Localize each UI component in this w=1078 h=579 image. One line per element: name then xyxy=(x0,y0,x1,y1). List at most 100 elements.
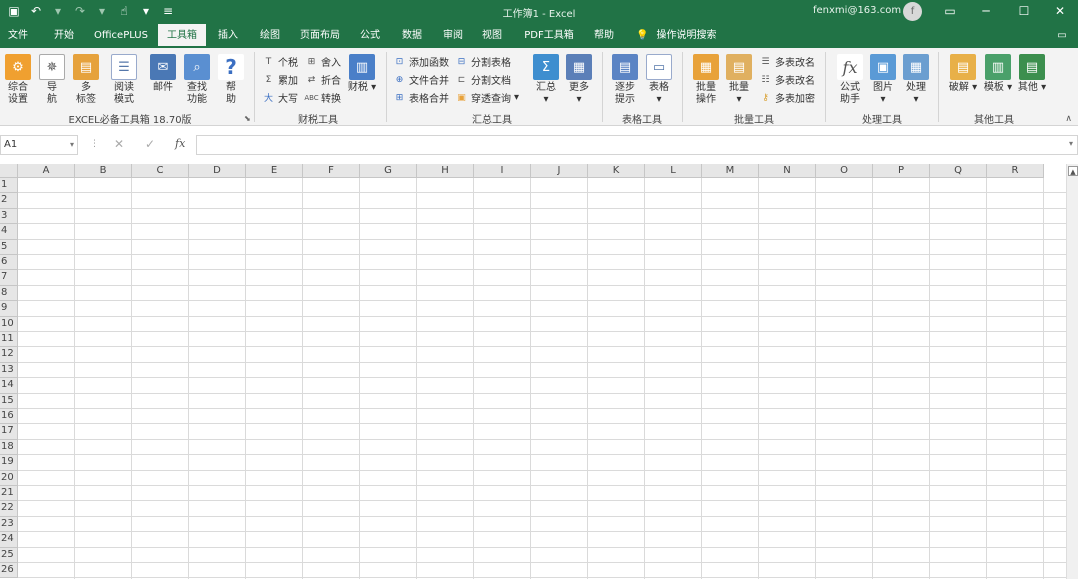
ribbon-button-mail[interactable]: ✉ 邮件 xyxy=(147,54,179,94)
row-header[interactable]: 4 xyxy=(0,224,18,240)
column-header[interactable]: K xyxy=(588,164,645,178)
comments-icon[interactable]: ▭ xyxy=(1052,24,1072,48)
row-header[interactable]: 25 xyxy=(0,547,18,563)
template-button[interactable]: ▥ 模板 ▾ xyxy=(981,54,1015,94)
finance-tax-button[interactable]: T 个税 xyxy=(262,53,298,70)
row-header[interactable]: 24 xyxy=(0,532,18,548)
tab-view[interactable]: 视图 xyxy=(476,24,508,48)
batch-button[interactable]: ▤ 批量 ▾ xyxy=(723,54,755,106)
minimize-icon[interactable]: ─ xyxy=(968,1,1004,21)
tab-file[interactable]: 文件 xyxy=(0,24,36,48)
column-header[interactable]: R xyxy=(987,164,1044,178)
tab-review[interactable]: 审阅 xyxy=(437,24,469,48)
scroll-up-icon[interactable]: ▲ xyxy=(1068,166,1078,176)
add-function-button[interactable]: ⊡ 添加函数 xyxy=(393,53,449,70)
row-header[interactable]: 1 xyxy=(0,178,18,194)
row-header[interactable]: 12 xyxy=(0,347,18,363)
column-header[interactable]: J xyxy=(531,164,588,178)
split-doc-button[interactable]: ⊏ 分割文档 xyxy=(455,71,511,88)
drill-query-button[interactable]: ▣ 穿透查询 ▾ xyxy=(455,89,519,106)
dialog-launcher-icon[interactable]: ⬊ xyxy=(244,114,251,123)
table-button[interactable]: ▭ 表格 ▾ xyxy=(643,54,675,106)
process-button[interactable]: ▦ 处理 ▾ xyxy=(900,54,932,106)
ribbon-button-settings[interactable]: ⚙ 综合 设置 xyxy=(2,54,34,106)
select-all-corner[interactable] xyxy=(0,164,18,178)
row-header[interactable]: 2 xyxy=(0,193,18,209)
tab-page-layout[interactable]: 页面布局 xyxy=(296,24,344,48)
column-header[interactable]: C xyxy=(132,164,189,178)
row-header[interactable]: 22 xyxy=(0,501,18,517)
tab-toolbox[interactable]: 工具箱 xyxy=(158,24,206,48)
chevron-down-icon[interactable]: ▾ xyxy=(70,136,74,154)
row-header[interactable]: 17 xyxy=(0,424,18,440)
column-header[interactable]: A xyxy=(18,164,75,178)
finance-more-button[interactable]: ▥ 财税 ▾ xyxy=(345,54,379,94)
other-button[interactable]: ▤ 其他 ▾ xyxy=(1015,54,1049,94)
row-header[interactable]: 15 xyxy=(0,393,18,409)
row-header[interactable]: 8 xyxy=(0,285,18,302)
more-button[interactable]: ▦ 更多 ▾ xyxy=(563,54,595,106)
crack-button[interactable]: ▤ 破解 ▾ xyxy=(946,54,980,94)
formula-input[interactable]: ▾ xyxy=(196,135,1078,155)
step-hint-button[interactable]: ▤ 逐步 提示 xyxy=(609,54,641,106)
finance-uppercase-button[interactable]: 大大写 xyxy=(262,89,298,106)
row-header[interactable]: 26 xyxy=(0,563,18,579)
finance-transform-button[interactable]: ABC 转换 xyxy=(304,89,341,106)
row-header[interactable]: 9 xyxy=(0,301,18,317)
tab-pdf-toolbox[interactable]: PDF工具箱 xyxy=(518,24,580,48)
confirm-icon[interactable]: ✓ xyxy=(145,137,155,151)
avatar[interactable]: f xyxy=(903,2,922,21)
cancel-icon[interactable]: ✕ xyxy=(114,137,124,151)
close-icon[interactable]: ✕ xyxy=(1042,1,1078,21)
image-button[interactable]: ▣ 图片 ▾ xyxy=(867,54,899,106)
multi-sheet-encrypt-button[interactable]: ⚷ 多表加密 xyxy=(759,89,815,106)
tab-draw[interactable]: 绘图 xyxy=(254,24,286,48)
tab-data[interactable]: 数据 xyxy=(396,24,428,48)
row-header[interactable]: 14 xyxy=(0,378,18,394)
ribbon-button-find[interactable]: ⌕ 查找 功能 xyxy=(181,54,213,106)
ribbon-display-options-icon[interactable]: ▭ xyxy=(932,1,968,21)
maximize-icon[interactable]: ☐ xyxy=(1006,1,1042,21)
tab-formulas[interactable]: 公式 xyxy=(354,24,386,48)
column-header[interactable]: L xyxy=(645,164,702,178)
row-header[interactable]: 13 xyxy=(0,362,18,379)
row-header[interactable]: 19 xyxy=(0,455,18,471)
row-header[interactable]: 21 xyxy=(0,486,18,502)
account-email[interactable]: fenxmi@163.com xyxy=(813,5,901,16)
row-header[interactable]: 5 xyxy=(0,239,18,255)
batch-operation-button[interactable]: ▦ 批量 操作 xyxy=(690,54,722,106)
ribbon-button-multitab[interactable]: ▤ 多 标签 xyxy=(70,54,102,106)
row-header[interactable]: 23 xyxy=(0,516,18,533)
finance-convert-button[interactable]: ⇄ 折合 xyxy=(305,71,341,88)
tab-home[interactable]: 开始 xyxy=(46,24,82,48)
split-table-button[interactable]: ⊟ 分割表格 xyxy=(455,53,511,70)
column-header[interactable]: N xyxy=(759,164,816,178)
column-header[interactable]: H xyxy=(417,164,474,178)
tab-insert[interactable]: 插入 xyxy=(212,24,244,48)
merge-table-button[interactable]: ⊞ 表格合并 xyxy=(393,89,449,106)
row-header[interactable]: 3 xyxy=(0,208,18,225)
column-header[interactable]: B xyxy=(75,164,132,178)
vertical-scrollbar[interactable]: ▲ xyxy=(1066,164,1078,579)
finance-round-button[interactable]: ⊞ 舍入 xyxy=(305,53,341,70)
column-header[interactable]: E xyxy=(246,164,303,178)
row-header[interactable]: 11 xyxy=(0,332,18,348)
row-header[interactable]: 7 xyxy=(0,270,18,286)
tab-officeplus[interactable]: OfficePLUS xyxy=(90,24,152,48)
formula-assistant-button[interactable]: fx 公式 助手 xyxy=(834,54,866,106)
tab-help[interactable]: 帮助 xyxy=(588,24,620,48)
row-header[interactable]: 18 xyxy=(0,439,18,456)
merge-files-button[interactable]: ⊕ 文件合并 xyxy=(393,71,449,88)
ribbon-button-navigation[interactable]: ✵ 导 航 xyxy=(36,54,68,106)
column-header[interactable]: F xyxy=(303,164,360,178)
column-header[interactable]: I xyxy=(474,164,531,178)
column-header[interactable]: D xyxy=(189,164,246,178)
expand-formula-bar-icon[interactable]: ▾ xyxy=(1069,139,1073,148)
row-header[interactable]: 16 xyxy=(0,409,18,425)
collapse-ribbon-icon[interactable]: ∧ xyxy=(1065,114,1072,124)
column-header[interactable]: Q xyxy=(930,164,987,178)
multi-sheet-rename2-button[interactable]: ☷ 多表改名 xyxy=(759,71,815,88)
multi-sheet-rename-button[interactable]: ☰ 多表改名 xyxy=(759,53,815,70)
row-header[interactable]: 20 xyxy=(0,470,18,486)
column-header[interactable]: P xyxy=(873,164,930,178)
